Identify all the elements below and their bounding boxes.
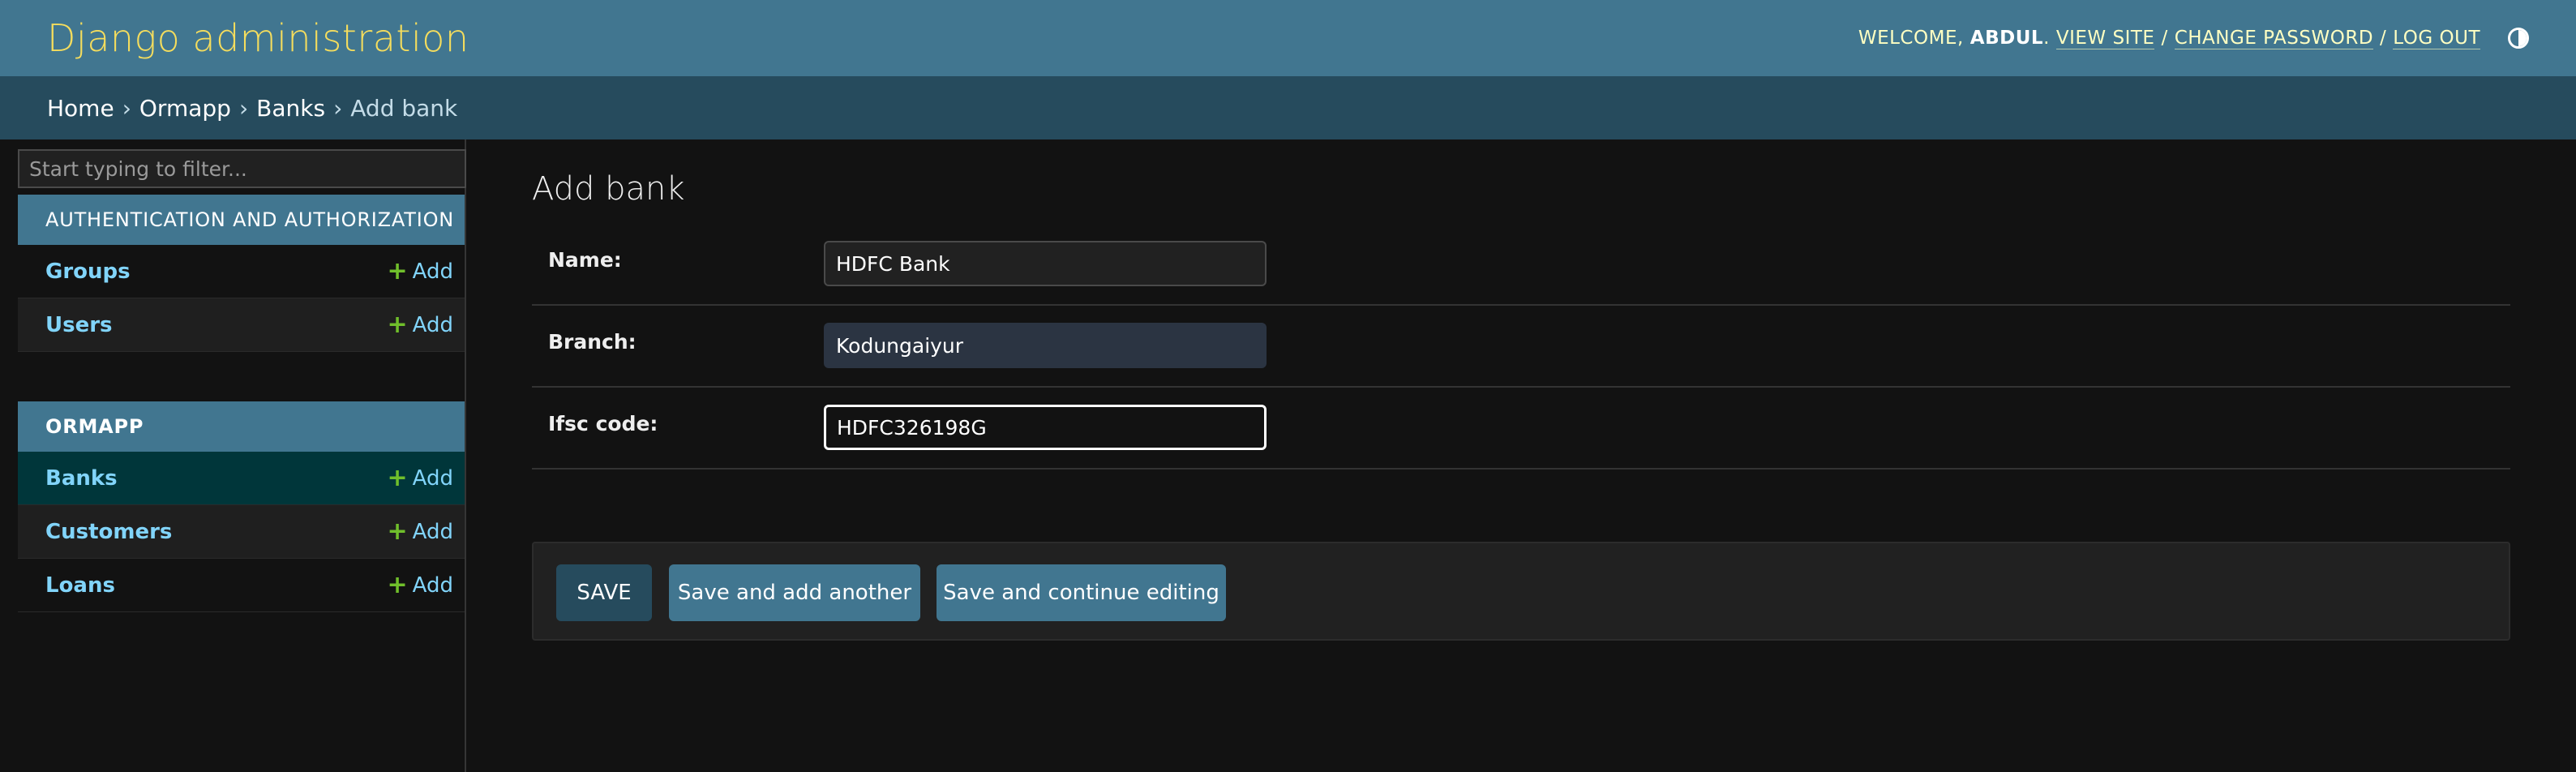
username: ABDUL xyxy=(1970,28,2044,49)
ifsc-code-field[interactable] xyxy=(824,405,1267,450)
model-link-customers[interactable]: Customers xyxy=(45,520,172,544)
save-button[interactable]: Save xyxy=(556,564,652,621)
breadcrumb-separator: › xyxy=(122,94,131,122)
sidebar-item-users: Users + Add xyxy=(18,298,465,352)
plus-icon: + xyxy=(387,570,408,599)
log-out-link[interactable]: Log out xyxy=(2393,28,2480,49)
name-field[interactable] xyxy=(824,241,1267,286)
save-and-continue-button[interactable]: Save and continue editing xyxy=(937,564,1226,621)
header: Django administration Welcome, ABDUL . V… xyxy=(0,0,2576,76)
add-groups-link[interactable]: + Add xyxy=(388,259,453,284)
name-label: Name: xyxy=(548,248,622,272)
site-title[interactable]: Django administration xyxy=(47,16,469,60)
model-link-banks[interactable]: Banks xyxy=(45,466,118,491)
plus-icon: + xyxy=(387,517,408,546)
welcome-text: Welcome, xyxy=(1858,28,1964,49)
ifsc-code-label: Ifsc code: xyxy=(548,412,658,435)
breadcrumb-current: Add bank xyxy=(350,94,458,122)
nav-filter-input[interactable] xyxy=(18,149,466,188)
nav-sidebar: Authentication and Authorization Groups … xyxy=(18,139,466,772)
add-label: Add xyxy=(412,259,453,284)
sidebar-item-banks: Banks + Add xyxy=(18,452,465,505)
submit-row: Save Save and add another Save and conti… xyxy=(532,542,2510,641)
add-customers-link[interactable]: + Add xyxy=(387,517,453,546)
form-row-ifsc: Ifsc code: xyxy=(532,388,2510,470)
save-and-add-another-button[interactable]: Save and add another xyxy=(669,564,920,621)
change-password-link[interactable]: Change password xyxy=(2174,28,2374,49)
separator: / xyxy=(2161,28,2168,49)
add-label: Add xyxy=(412,465,453,491)
add-label: Add xyxy=(412,519,453,544)
add-label: Add xyxy=(412,573,453,598)
form-row-branch: Branch: xyxy=(532,306,2510,388)
add-label: Add xyxy=(412,312,453,337)
breadcrumb-banks[interactable]: Banks xyxy=(256,95,325,122)
module-ormapp: Ormapp Banks + Add Customers + Add Loans +… xyxy=(18,401,465,612)
form-row-name: Name: xyxy=(532,224,2510,306)
sidebar-item-customers: Customers + Add xyxy=(18,505,465,559)
breadcrumb-separator: › xyxy=(333,94,343,122)
branch-label: Branch: xyxy=(548,330,636,354)
breadcrumb-ormapp[interactable]: Ormapp xyxy=(139,95,231,122)
sidebar-item-groups: Groups + Add xyxy=(18,245,465,298)
add-users-link[interactable]: + Add xyxy=(387,310,453,339)
user-tools: Welcome, ABDUL . View site / Change pass… xyxy=(1858,28,2529,49)
module-auth: Authentication and Authorization Groups … xyxy=(18,195,465,352)
sidebar-item-loans: Loans + Add xyxy=(18,559,465,612)
add-banks-link[interactable]: + Add xyxy=(387,463,453,492)
plus-icon: + xyxy=(387,256,408,285)
add-loans-link[interactable]: + Add xyxy=(388,573,453,598)
model-link-users[interactable]: Users xyxy=(45,313,113,337)
theme-toggle-icon[interactable] xyxy=(2508,28,2529,49)
model-link-groups[interactable]: Groups xyxy=(45,259,131,284)
view-site-link[interactable]: View site xyxy=(2055,28,2155,49)
breadcrumb-home[interactable]: Home xyxy=(47,95,114,122)
branch-field[interactable] xyxy=(824,323,1267,368)
plus-icon: + xyxy=(387,463,408,492)
breadcrumb: Home › Ormapp › Banks › Add bank xyxy=(0,76,2576,139)
plus-icon: + xyxy=(387,310,408,339)
module-caption-ormapp[interactable]: Ormapp xyxy=(18,401,465,452)
module-caption-auth[interactable]: Authentication and Authorization xyxy=(18,195,465,245)
breadcrumb-separator: › xyxy=(238,94,249,122)
username-suffix: . xyxy=(2043,28,2050,49)
page-title: Add bank xyxy=(532,170,685,208)
separator: / xyxy=(2380,28,2387,49)
model-link-loans[interactable]: Loans xyxy=(45,573,115,598)
